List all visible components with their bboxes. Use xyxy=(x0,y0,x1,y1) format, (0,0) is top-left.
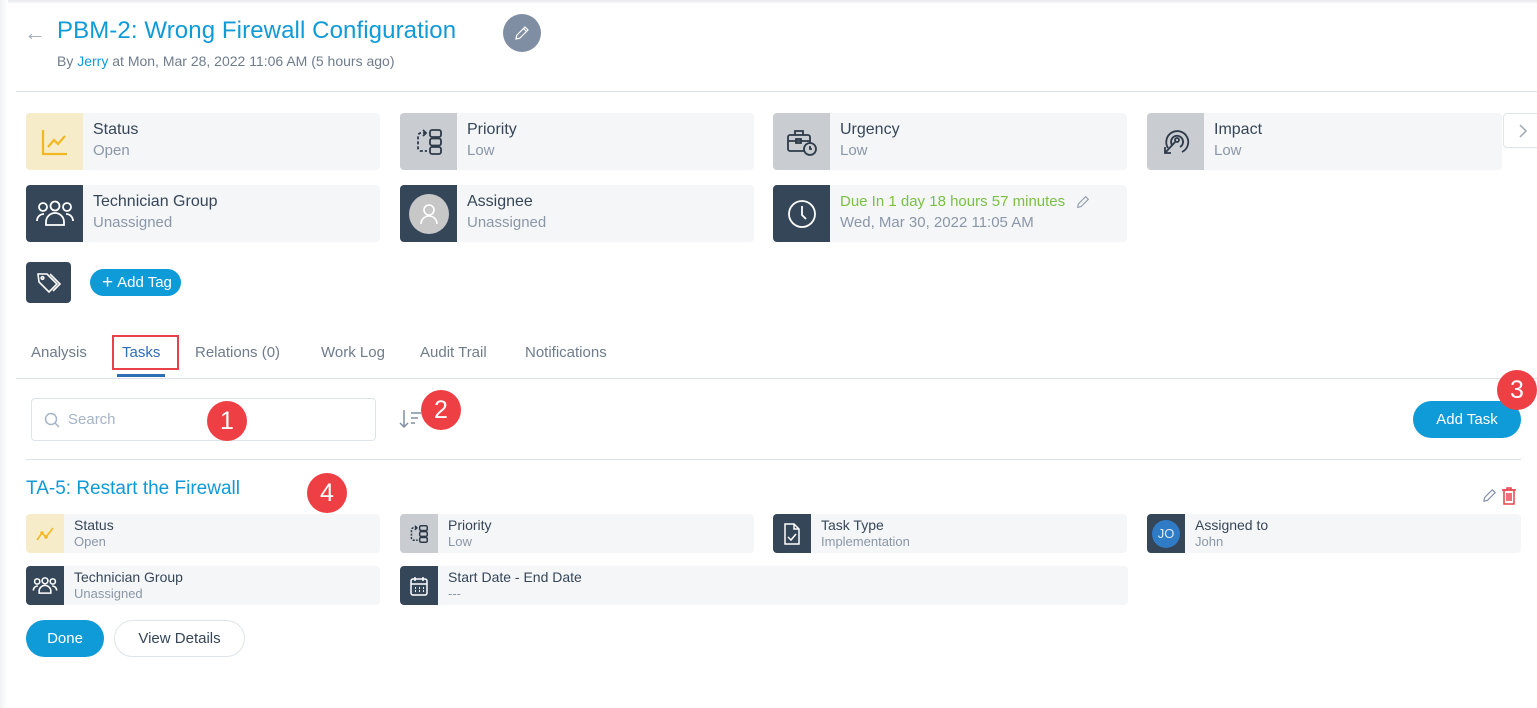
task-type-value: Implementation xyxy=(821,534,910,549)
add-tag-button[interactable]: + Add Tag xyxy=(90,269,181,296)
task-priority-card[interactable]: Priority Low xyxy=(400,514,754,553)
tag-icon xyxy=(26,262,71,303)
tab-audit-trail[interactable]: Audit Trail xyxy=(420,344,487,361)
annotation-badge-3: 3 xyxy=(1497,370,1537,410)
task-technician-group-card[interactable]: Technician Group Unassigned xyxy=(26,566,380,605)
left-shadow xyxy=(0,0,8,708)
task-title-link[interactable]: TA-5: Restart the Firewall xyxy=(26,478,240,500)
annotation-badge-4: 4 xyxy=(307,473,347,513)
urgency-value: Low xyxy=(840,142,868,159)
edit-task-pencil-icon[interactable] xyxy=(1481,487,1498,504)
target-icon xyxy=(1147,113,1204,170)
priority-card[interactable]: Priority Low xyxy=(400,113,754,170)
subtitle-suffix: at Mon, Mar 28, 2022 11:06 AM (5 hours a… xyxy=(108,53,395,69)
status-label: Status xyxy=(93,121,139,138)
priority-flow-icon xyxy=(400,113,457,170)
header-divider xyxy=(16,91,1537,92)
task-priority-value: Low xyxy=(448,534,472,549)
priority-value: Low xyxy=(467,142,495,159)
due-date-card[interactable]: Due In 1 day 18 hours 57 minutes Wed, Ma… xyxy=(773,185,1127,242)
annotation-badge-1: 1 xyxy=(207,401,247,441)
status-card[interactable]: Status Open xyxy=(26,113,380,170)
priority-flow-icon xyxy=(400,514,438,553)
assignee-card[interactable]: Assignee Unassigned xyxy=(400,185,754,242)
back-arrow-icon[interactable]: ← xyxy=(24,20,46,46)
task-dates-card[interactable]: Start Date - End Date --- xyxy=(400,566,1128,605)
add-tag-label: Add Tag xyxy=(117,274,172,291)
task-priority-label: Priority xyxy=(448,517,492,533)
avatar-initials: JO xyxy=(1152,519,1180,548)
task-technician-group-label: Technician Group xyxy=(74,569,183,585)
top-shadow xyxy=(0,0,1537,4)
due-in-label: Due In 1 day 18 hours 57 minutes xyxy=(840,193,1066,210)
edit-title-button[interactable] xyxy=(503,14,541,52)
status-value: Open xyxy=(93,142,130,159)
user-avatar-icon xyxy=(400,185,457,242)
pencil-icon xyxy=(515,26,529,40)
author-link[interactable]: Jerry xyxy=(77,53,108,69)
task-status-value: Open xyxy=(74,534,106,549)
task-status-card[interactable]: Status Open xyxy=(26,514,380,553)
tab-bar: Analysis Tasks Relations (0) Work Log Au… xyxy=(16,340,1537,379)
task-dates-value: --- xyxy=(448,586,461,601)
task-assigned-to-label: Assigned to xyxy=(1195,517,1269,533)
annotation-badge-2: 2 xyxy=(421,390,461,430)
calendar-icon xyxy=(400,566,438,605)
task-actions xyxy=(1481,487,1517,505)
trend-chart-icon xyxy=(26,514,64,553)
urgency-card[interactable]: Urgency Low xyxy=(773,113,1127,170)
tasks-tab-highlight xyxy=(112,335,179,370)
search-icon xyxy=(44,412,60,428)
urgency-label: Urgency xyxy=(840,121,900,138)
technician-group-card[interactable]: Technician Group Unassigned xyxy=(26,185,380,242)
briefcase-clock-icon xyxy=(773,113,830,170)
clock-icon xyxy=(773,185,830,242)
delete-task-trash-icon[interactable] xyxy=(1501,487,1517,505)
impact-value: Low xyxy=(1214,142,1242,159)
next-cards-button[interactable] xyxy=(1503,113,1537,148)
chevron-right-icon xyxy=(1519,123,1528,138)
assignee-label: Assignee xyxy=(467,193,533,210)
tab-work-log[interactable]: Work Log xyxy=(321,344,385,361)
sort-button[interactable] xyxy=(398,408,422,435)
impact-label: Impact xyxy=(1214,121,1263,138)
task-dates-label: Start Date - End Date xyxy=(448,569,582,585)
sort-icon xyxy=(399,410,421,429)
tab-notifications[interactable]: Notifications xyxy=(525,344,607,361)
technician-group-label: Technician Group xyxy=(93,193,218,210)
priority-label: Priority xyxy=(467,121,517,138)
edit-due-pencil-icon[interactable] xyxy=(1075,194,1091,210)
task-status-label: Status xyxy=(74,517,114,533)
plus-icon: + xyxy=(102,272,114,293)
trend-chart-icon xyxy=(26,113,83,170)
assignee-value: Unassigned xyxy=(467,214,547,231)
task-technician-group-value: Unassigned xyxy=(74,586,143,601)
group-icon xyxy=(26,185,83,242)
due-date-value: Wed, Mar 30, 2022 11:05 AM xyxy=(840,214,1034,231)
impact-card[interactable]: Impact Low xyxy=(1147,113,1502,170)
task-assigned-to-value: John xyxy=(1195,534,1224,549)
search-box[interactable] xyxy=(31,398,376,441)
document-check-icon xyxy=(773,514,811,553)
task-type-label: Task Type xyxy=(821,517,884,533)
created-by-line: By Jerry at Mon, Mar 28, 2022 11:06 AM (… xyxy=(57,53,394,69)
tab-relations[interactable]: Relations (0) xyxy=(195,344,280,361)
task-assigned-to-card[interactable]: JO Assigned to John xyxy=(1147,514,1521,553)
active-tab-indicator xyxy=(117,374,165,377)
subtitle-prefix: By xyxy=(57,53,78,69)
task-type-card[interactable]: Task Type Implementation xyxy=(773,514,1127,553)
technician-group-value: Unassigned xyxy=(93,214,173,231)
assignee-avatar: JO xyxy=(1147,514,1185,553)
view-details-button[interactable]: View Details xyxy=(114,620,245,657)
tab-analysis[interactable]: Analysis xyxy=(31,344,87,361)
group-icon xyxy=(26,566,64,605)
done-button[interactable]: Done xyxy=(26,620,104,657)
toolbar-divider xyxy=(26,459,1521,460)
page-title: PBM-2: Wrong Firewall Configuration xyxy=(57,17,457,44)
